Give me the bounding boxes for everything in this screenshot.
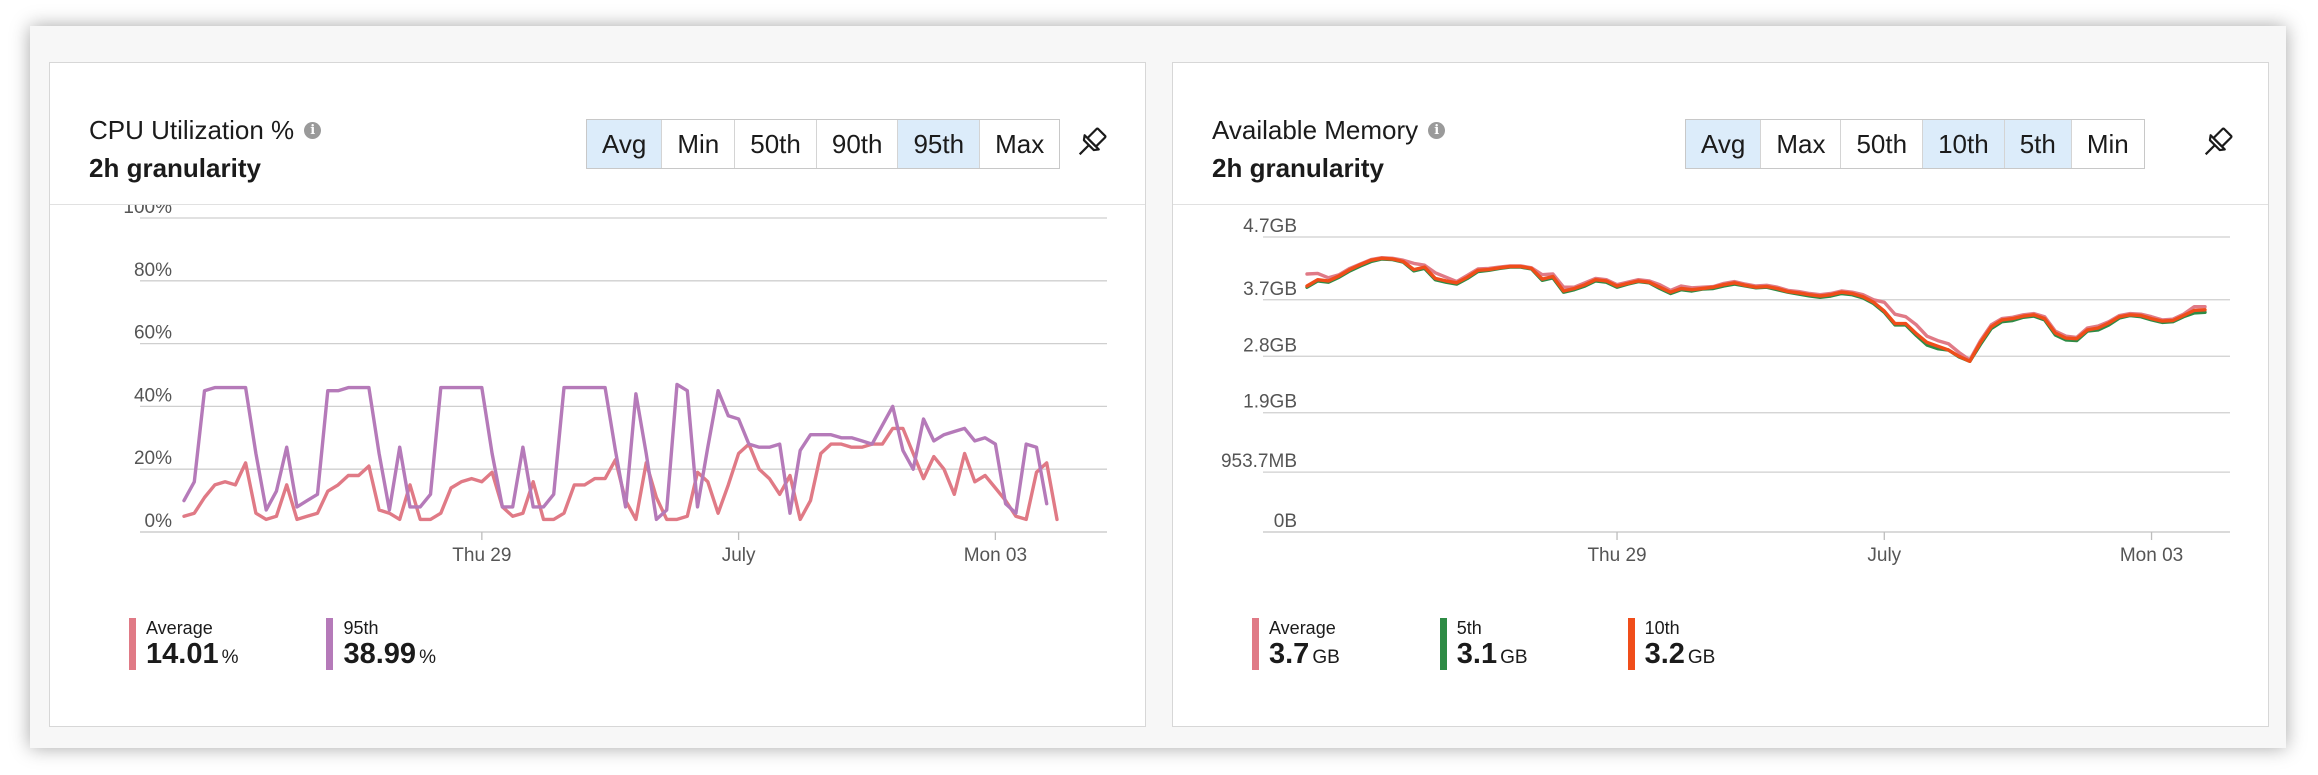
pin-icon[interactable] xyxy=(1071,123,1111,163)
aggregation-10th-button[interactable]: 10th xyxy=(1923,120,2005,168)
legend-value: 38.99 xyxy=(343,638,417,670)
legend-item-average[interactable]: Average 3.7 GB xyxy=(1252,618,1340,670)
series-line-95th[interactable] xyxy=(182,382,1049,522)
legend-unit: GB xyxy=(1500,647,1528,668)
legend-value: 3.1 xyxy=(1456,638,1498,670)
legend-unit: % xyxy=(221,647,239,668)
aggregation-avg-button[interactable]: Avg xyxy=(587,120,663,168)
aggregation-5th-button[interactable]: 5th xyxy=(2004,120,2072,168)
x-tick-label: Mon 03 xyxy=(2120,545,2183,566)
legend-value: 3.7 xyxy=(1269,638,1310,670)
legend-series-name: 5th xyxy=(1456,618,1482,638)
y-tick-label: 1.9GB xyxy=(1243,392,1297,413)
info-icon[interactable]: i xyxy=(304,122,322,139)
dashboard-frame: CPU Utilization % i 2h granularity Avg M… xyxy=(30,26,2286,748)
aggregation-selector: Avg Min 50th 90th 95th Max xyxy=(586,119,1061,169)
legend-unit: % xyxy=(419,647,436,668)
aggregation-90th-button[interactable]: 90th xyxy=(817,120,899,168)
aggregation-avg-button[interactable]: Avg xyxy=(1686,120,1762,168)
legend-series-name: 95th xyxy=(343,618,379,638)
y-tick-label: 80% xyxy=(134,260,172,281)
x-tick-label: July xyxy=(1867,545,1901,566)
series-line-average[interactable] xyxy=(1305,256,2207,362)
y-tick-label: 0B xyxy=(1274,511,1297,532)
card-title-row: Available Memory i xyxy=(1212,115,1446,146)
legend-value: 14.01 xyxy=(146,638,219,670)
aggregation-max-button[interactable]: Max xyxy=(1761,120,1842,168)
aggregation-50th-button[interactable]: 50th xyxy=(1841,120,1924,168)
y-tick-label: 3.7GB xyxy=(1243,279,1297,300)
legend-item-5th[interactable]: 5th 3.1 GB xyxy=(1439,618,1528,670)
card-title-row: CPU Utilization % i xyxy=(89,115,322,146)
x-tick-label: Mon 03 xyxy=(964,545,1027,566)
chart-legend: Average 3.7 GB 5th 3.1 GB 10th 3.2 GB xyxy=(1252,618,1715,670)
y-tick-label: 0% xyxy=(145,511,173,532)
cpu-utilization-card: CPU Utilization % i 2h granularity Avg M… xyxy=(49,62,1146,727)
y-tick-label: 40% xyxy=(134,385,172,406)
x-tick-label: Thu 29 xyxy=(452,545,511,566)
legend-unit: GB xyxy=(1312,647,1340,668)
legend-unit: GB xyxy=(1687,647,1716,668)
card-title: Available Memory xyxy=(1212,115,1419,145)
legend-color-swatch xyxy=(129,618,136,670)
legend-item-10th[interactable]: 10th 3.2 GB xyxy=(1627,618,1716,670)
aggregation-95th-button[interactable]: 95th xyxy=(898,120,981,168)
aggregation-min-button[interactable]: Min xyxy=(662,120,736,168)
y-tick-label: 20% xyxy=(134,448,172,469)
legend-item-95th[interactable]: 95th 38.99% xyxy=(326,618,436,670)
y-tick-label: 953.7MB xyxy=(1221,451,1297,472)
chart-legend: Average 14.01% 95th 38.99% xyxy=(129,618,436,670)
y-tick-label: 100% xyxy=(123,205,172,218)
available-memory-card: Available Memory i 2h granularity Avg Ma… xyxy=(1172,62,2269,727)
available-memory-chart: 0B 953.7MB 1.9GB 2.8GB 3.7GB 4.7GB Thu 29 July M… xyxy=(1221,216,2230,566)
legend-series-name: 10th xyxy=(1644,618,1680,638)
legend-color-swatch xyxy=(1252,618,1259,670)
granularity-label: 2h granularity xyxy=(89,153,261,183)
card-title: CPU Utilization % xyxy=(89,115,295,145)
legend-series-name: Average xyxy=(146,618,213,638)
x-tick-label: Thu 29 xyxy=(1587,545,1646,566)
aggregation-min-button[interactable]: Min xyxy=(2072,120,2144,168)
info-icon[interactable]: i xyxy=(1428,122,1446,139)
cpu-utilization-chart: 0% 20% 40% 60% 80% 100% Thu 29 July Mon 03 xyxy=(123,205,1107,566)
aggregation-selector: Avg Max 50th 10th 5th Min xyxy=(1685,119,2145,169)
legend-item-average[interactable]: Average 14.01% xyxy=(129,618,238,670)
legend-value: 3.2 xyxy=(1644,638,1685,670)
legend-color-swatch xyxy=(1627,618,1635,670)
pin-icon[interactable] xyxy=(2197,123,2237,163)
y-tick-label: 4.7GB xyxy=(1243,216,1297,237)
legend-color-swatch xyxy=(326,618,334,670)
granularity-label: 2h granularity xyxy=(1212,153,1384,183)
y-tick-label: 60% xyxy=(134,323,172,344)
aggregation-max-button[interactable]: Max xyxy=(980,120,1059,168)
legend-color-swatch xyxy=(1439,618,1447,670)
x-tick-label: July xyxy=(722,545,756,566)
y-tick-label: 2.8GB xyxy=(1243,335,1297,356)
legend-series-name: Average xyxy=(1269,618,1336,638)
aggregation-50th-button[interactable]: 50th xyxy=(735,120,817,168)
